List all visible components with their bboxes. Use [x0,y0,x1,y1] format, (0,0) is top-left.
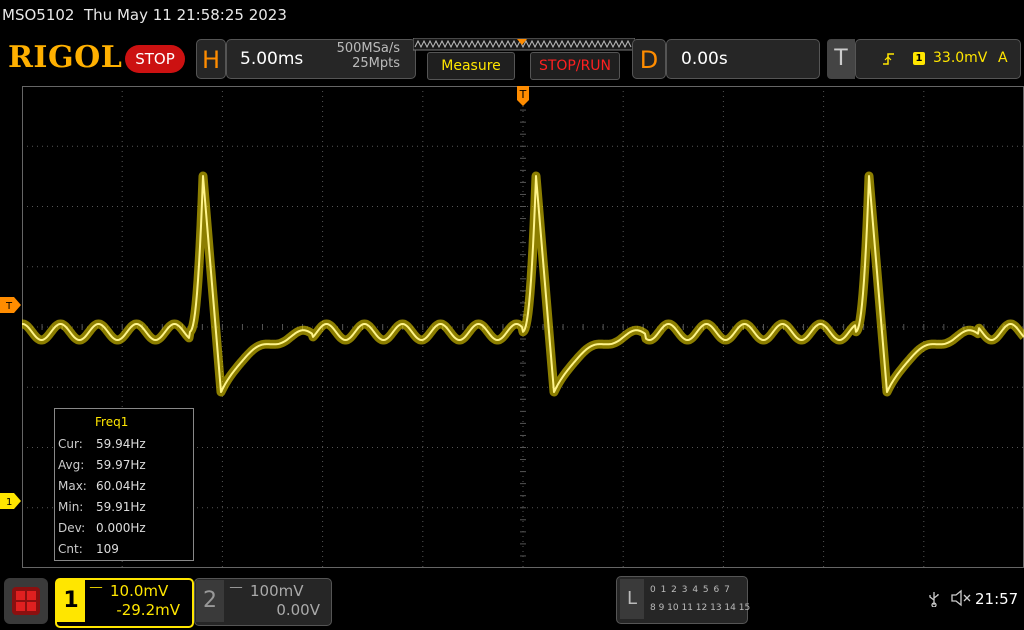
trigger-level: 33.0mV [933,50,988,66]
speaker-muted-icon[interactable] [950,589,972,611]
channel-1-offset: -29.2mV [116,601,180,619]
channel-1-scale: 10.0mV [110,582,169,600]
measurement-title: Freq1 [95,415,129,429]
main-menu-button[interactable] [4,578,48,624]
memory-position-bar[interactable] [413,38,635,52]
trigger-mode: A [998,50,1008,66]
ch1-waveform-band [22,171,1024,397]
channel-2-scale: 100mV [250,582,304,600]
svg-text:T: T [519,88,527,101]
stat-row: Cur: 59.94Hz [58,437,146,451]
dc-coupling-icon: ── [230,583,243,594]
trigger-time-marker: T [517,86,529,106]
run-state-badge[interactable]: STOP [125,45,185,73]
logic-label: L [620,579,644,619]
grid-menu-icon [12,587,40,615]
stop-run-button[interactable]: STOP/RUN [530,52,620,80]
usb-icon [928,591,940,611]
datetime: Thu May 11 21:58:25 2023 [84,6,287,24]
stat-row: Avg: 59.97Hz [58,458,146,472]
title-bar: MSO5102 Thu May 11 21:58:25 2023 [2,6,287,24]
svg-text:T: T [5,301,13,312]
trigger-label[interactable]: T [827,39,855,79]
stat-row: Max: 60.04Hz [58,479,146,493]
acquisition-info: 500MSa/s 25Mpts [300,41,400,71]
delay-label[interactable]: D [632,39,666,79]
stat-row: Min: 59.91Hz [58,500,146,514]
rigol-logo: RIGOL [8,40,123,75]
measure-button[interactable]: Measure [427,52,515,80]
dc-coupling-icon: ── [90,583,103,594]
trigger-level-marker[interactable]: T [0,297,22,313]
ch1-ground-marker[interactable]: 1 [0,493,22,509]
timebase-value: 5.00ms [240,49,304,69]
memory-depth: 25Mpts [352,56,400,71]
stat-row: Dev: 0.000Hz [58,521,146,535]
trigger-source-badge: 1 [913,52,925,65]
horizontal-label[interactable]: H [196,39,226,79]
sample-rate: 500MSa/s [336,41,400,56]
model-name: MSO5102 [2,6,75,24]
rising-edge-icon [882,52,896,70]
logic-channels-high: 8 9 10 11 12 13 14 15 [650,603,751,613]
svg-text:1: 1 [6,497,12,508]
clock: 21:57 [975,590,1019,608]
stat-row: Cnt: 109 [58,542,119,556]
channel-1-number: 1 [57,580,85,622]
channel-2-number: 2 [196,580,224,622]
delay-value: 0.00s [681,49,728,69]
channel-2-offset: 0.00V [276,601,320,619]
measurement-stats-panel[interactable]: Freq1 Cur: 59.94Hz Avg: 59.97Hz Max: 60.04H… [54,408,194,561]
logic-channels-low: 0 1 2 3 4 5 6 7 [650,585,731,595]
